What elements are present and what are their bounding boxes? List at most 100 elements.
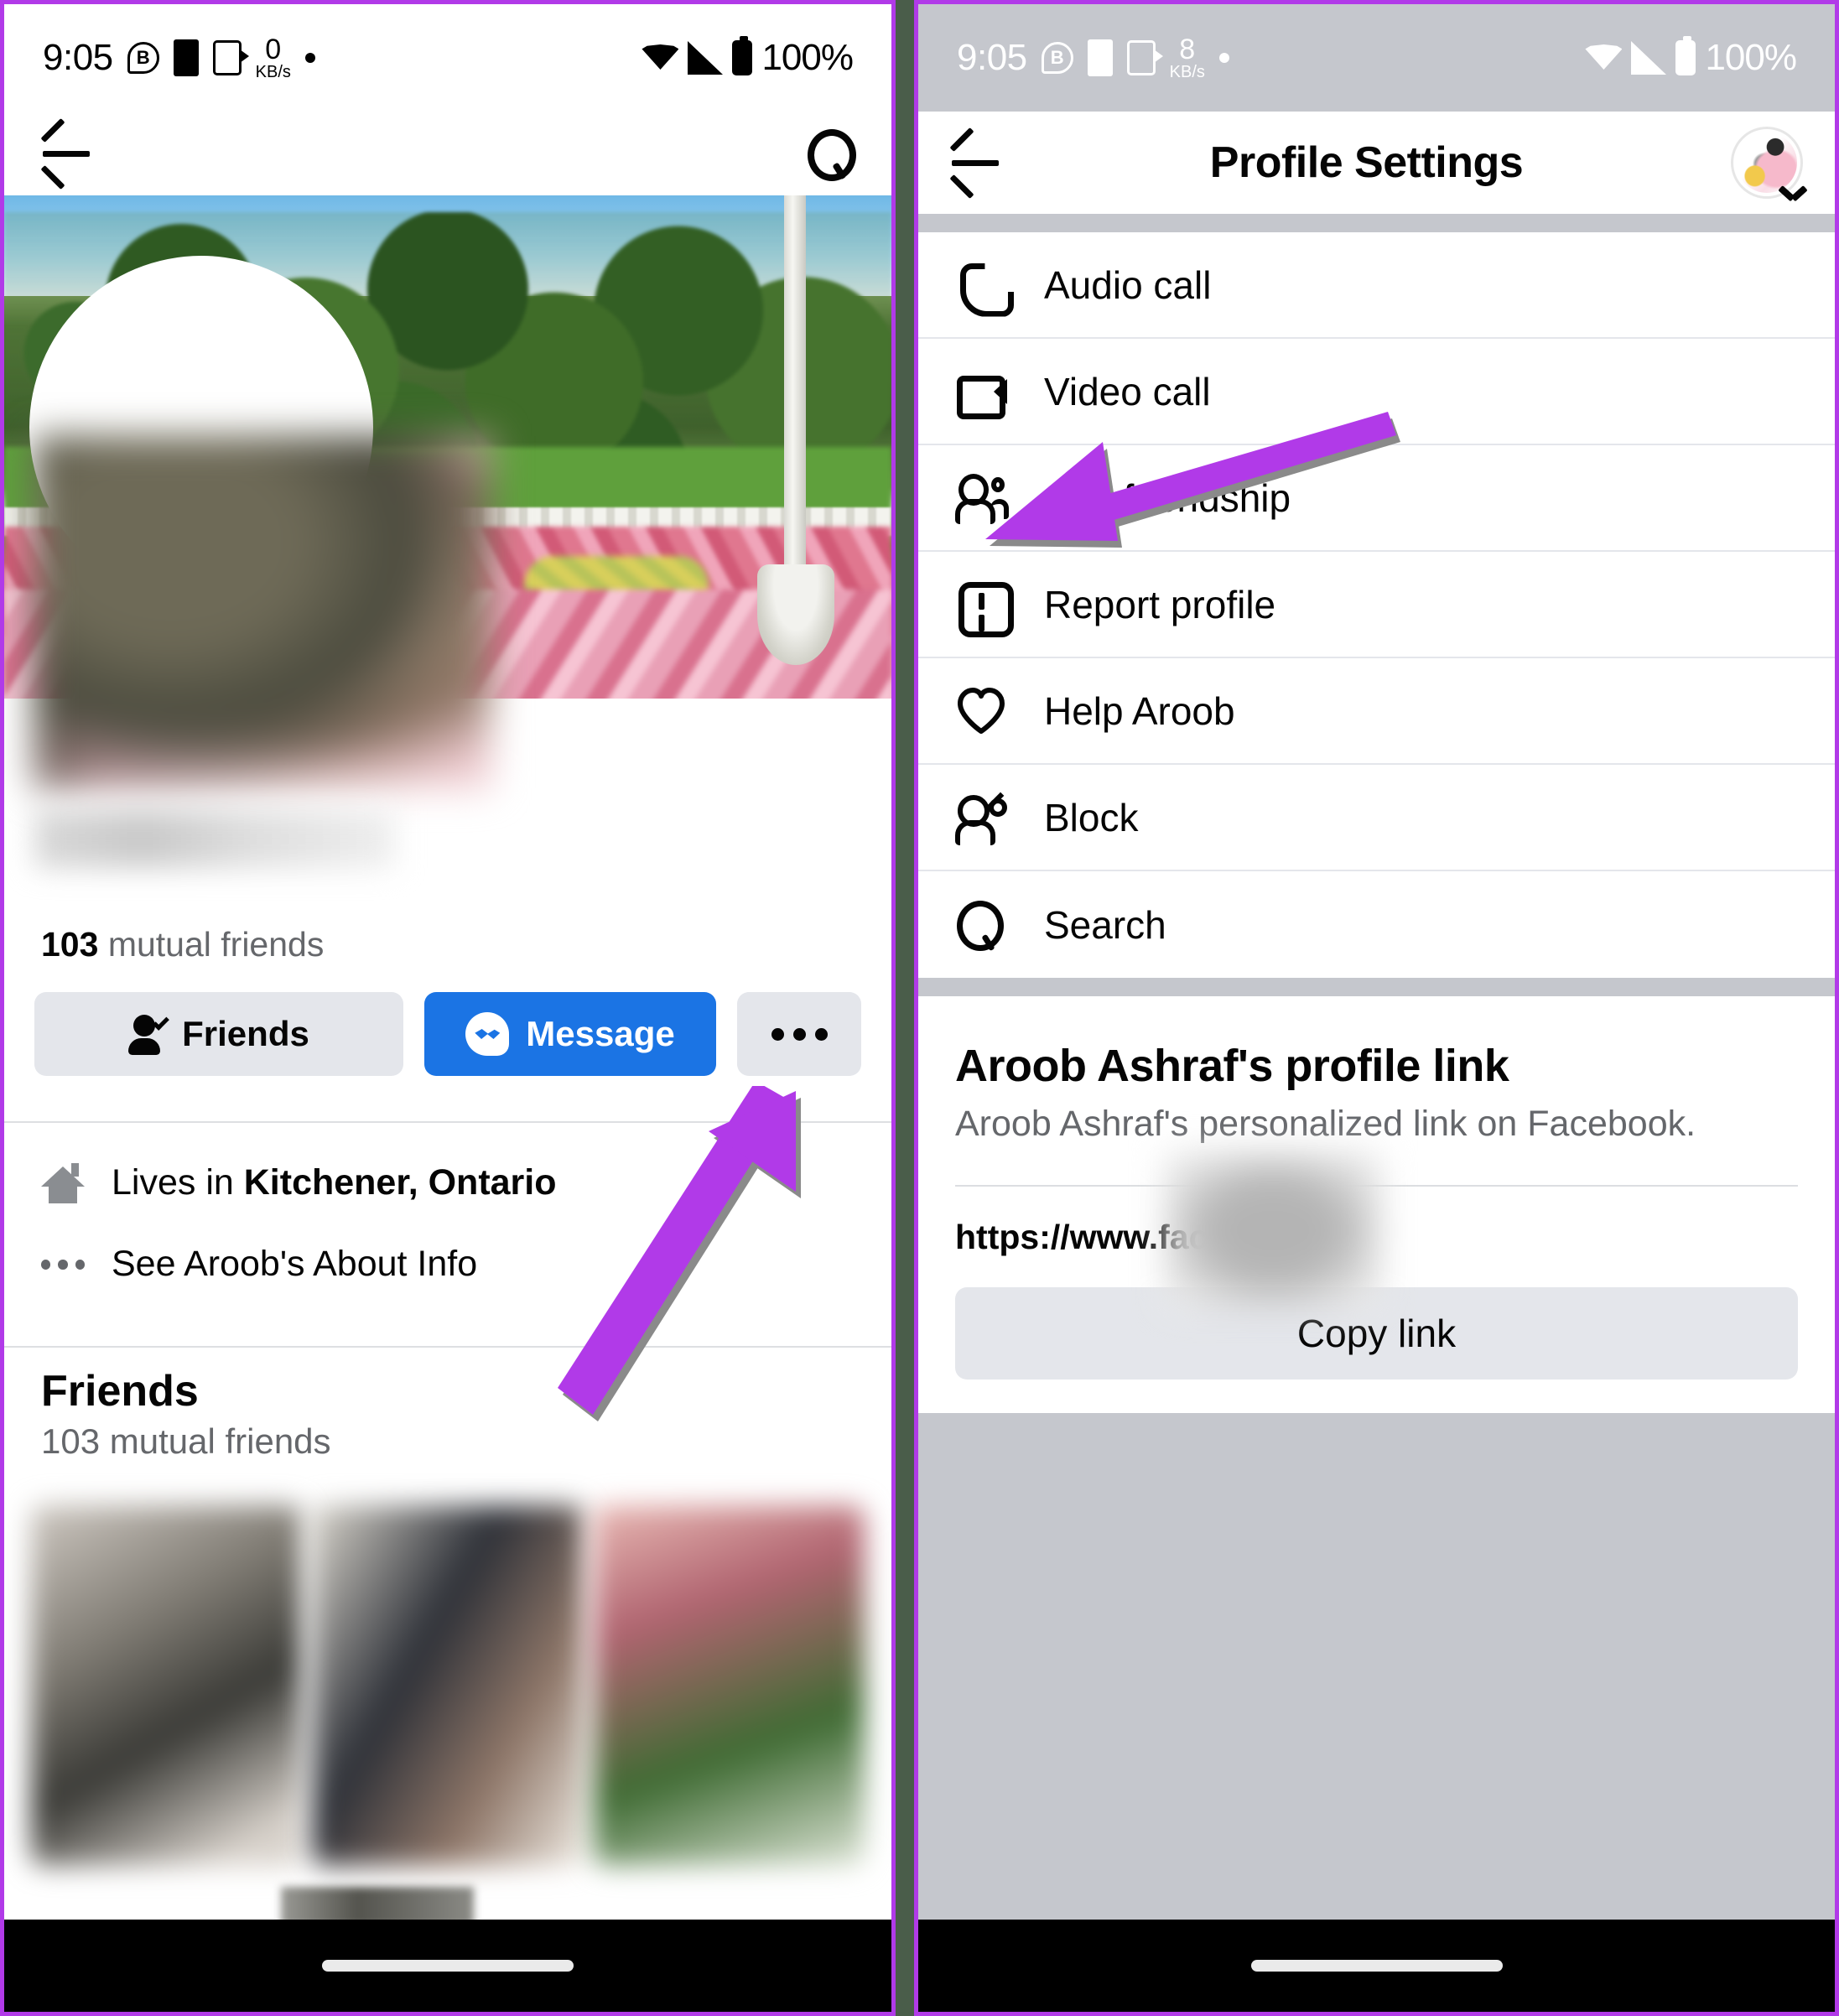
friends-button-label: Friends xyxy=(182,1014,309,1053)
screenshot-stage: 9:05 B 0 KB/s 100% 103 mutual friends Fr… xyxy=(0,0,1839,2016)
menu-item-search[interactable]: Search xyxy=(918,871,1835,978)
left-phone-panel: 9:05 B 0 KB/s 100% 103 mutual friends Fr… xyxy=(0,0,896,2016)
back-arrow-icon[interactable] xyxy=(40,129,93,190)
cover-lamp-base xyxy=(757,564,834,665)
person-check-icon xyxy=(128,1014,170,1055)
friends-section-subtitle: 103 mutual friends xyxy=(41,1421,331,1461)
data-speed-unit: KB/s xyxy=(1169,63,1205,81)
menu-item-report-profile[interactable]: Report profile xyxy=(918,552,1835,658)
profile-settings-menu: Audio call Video call See friendship Rep… xyxy=(918,232,1835,978)
right-phone-panel: 9:05 B 8 KB/s 100% Profile Settings Audi… xyxy=(914,0,1839,2016)
profile-action-buttons: Friends Message xyxy=(4,992,891,1076)
dnd-icon xyxy=(173,39,199,76)
home-icon xyxy=(41,1161,85,1203)
friend-thumbnail[interactable] xyxy=(31,1505,303,1866)
lives-in-text: Lives in Kitchener, Ontario xyxy=(112,1162,557,1203)
bluetooth-badge-icon: B xyxy=(1041,42,1073,74)
divider-above-info xyxy=(4,1121,891,1123)
profile-link-url-row[interactable]: https://www.facebook xyxy=(955,1151,1798,1309)
friends-section: Friends 103 mutual friends xyxy=(4,1366,891,1866)
bluetooth-badge-icon: B xyxy=(127,42,159,74)
block-user-icon xyxy=(955,792,1007,845)
video-camera-icon xyxy=(955,366,1007,419)
search-icon xyxy=(955,899,1007,951)
search-icon[interactable] xyxy=(806,129,856,181)
account-avatar-icon[interactable] xyxy=(1731,127,1803,199)
about-info-row[interactable]: See Aroob's About Info xyxy=(4,1224,891,1305)
data-speed-value: 8 xyxy=(1179,34,1196,65)
friends-button[interactable]: Friends xyxy=(34,992,403,1076)
menu-item-label: Block xyxy=(1044,795,1139,839)
mutual-friends-count: 103 xyxy=(41,925,99,964)
ellipsis-icon xyxy=(771,1027,828,1041)
status-time: 9:05 xyxy=(957,37,1027,78)
battery-icon xyxy=(732,36,753,75)
lives-in-row[interactable]: Lives in Kitchener, Ontario xyxy=(4,1141,891,1224)
friend-thumbnail[interactable] xyxy=(312,1505,584,1866)
left-status-bar: 9:05 B 0 KB/s 100% xyxy=(4,4,891,112)
two-people-icon xyxy=(955,472,1009,524)
section-gap xyxy=(918,978,1835,996)
cover-lamp-pole xyxy=(784,195,806,590)
message-button[interactable]: Message xyxy=(424,992,716,1076)
phone-icon xyxy=(955,259,1007,311)
back-arrow-icon[interactable] xyxy=(949,138,1002,200)
data-speed-unit: KB/s xyxy=(255,63,291,81)
friend-thumbnail[interactable] xyxy=(593,1505,865,1866)
menu-item-label: Audio call xyxy=(1044,262,1212,307)
exclamation-square-icon xyxy=(955,579,1014,637)
menu-item-label: See friendship xyxy=(1044,475,1291,520)
profile-link-card: Aroob Ashraf's profile link Aroob Ashraf… xyxy=(918,996,1835,1413)
signal-icon xyxy=(688,41,724,75)
menu-item-label: Search xyxy=(1044,902,1166,947)
right-app-bar: Profile Settings xyxy=(918,112,1835,214)
data-speed-value: 0 xyxy=(265,34,282,65)
menu-item-label: Video call xyxy=(1044,369,1211,413)
menu-item-label: Report profile xyxy=(1044,582,1276,626)
messenger-icon xyxy=(465,1012,510,1056)
left-app-bar xyxy=(4,112,891,195)
page-title: Profile Settings xyxy=(1209,138,1524,187)
profile-link-url-redacted xyxy=(1165,1151,1381,1309)
menu-item-audio-call[interactable]: Audio call xyxy=(918,232,1835,339)
mutual-friends-line[interactable]: 103 mutual friends xyxy=(41,925,324,964)
signal-icon xyxy=(1631,41,1667,75)
heart-icon xyxy=(955,685,1007,737)
ellipsis-icon xyxy=(41,1259,85,1270)
profile-avatar-blurred[interactable] xyxy=(34,436,491,788)
friends-thumbnail-grid xyxy=(4,1462,891,1866)
home-indicator[interactable] xyxy=(322,1960,574,1972)
divider-above-friends xyxy=(4,1346,891,1348)
more-button[interactable] xyxy=(737,992,861,1076)
wifi-icon xyxy=(1585,43,1622,73)
menu-item-see-friendship[interactable]: See friendship xyxy=(918,445,1835,552)
lives-in-place: Kitchener, Ontario xyxy=(243,1161,557,1203)
wifi-icon xyxy=(642,43,678,73)
message-button-label: Message xyxy=(526,1014,675,1053)
data-speed-icon: 8 KB/s xyxy=(1170,35,1205,81)
status-time: 9:05 xyxy=(43,37,113,78)
friends-section-title: Friends xyxy=(41,1367,199,1416)
cast-icon xyxy=(212,40,249,75)
section-gap xyxy=(918,214,1835,232)
android-nav-bar xyxy=(4,1920,891,2012)
right-status-bar: 9:05 B 8 KB/s 100% xyxy=(918,4,1835,112)
menu-item-block[interactable]: Block xyxy=(918,765,1835,871)
dnd-icon xyxy=(1087,39,1113,76)
menu-item-video-call[interactable]: Video call xyxy=(918,339,1835,445)
data-speed-icon: 0 KB/s xyxy=(256,35,291,81)
battery-percent: 100% xyxy=(1705,37,1797,78)
mutual-friends-label: mutual friends xyxy=(107,925,325,964)
profile-link-title: Aroob Ashraf's profile link xyxy=(955,1041,1509,1091)
dot-icon xyxy=(1218,53,1229,63)
profile-info-list: Lives in Kitchener, Ontario See Aroob's … xyxy=(4,1141,891,1305)
battery-icon xyxy=(1675,36,1696,75)
profile-name-redacted xyxy=(34,809,395,868)
panel-divider xyxy=(896,0,914,2016)
about-info-label: See Aroob's About Info xyxy=(112,1244,478,1284)
lives-in-prefix: Lives in xyxy=(112,1161,244,1203)
chevron-down-icon xyxy=(1780,184,1805,200)
android-nav-bar xyxy=(918,1920,1835,2012)
menu-item-help-aroob[interactable]: Help Aroob xyxy=(918,658,1835,765)
home-indicator[interactable] xyxy=(1250,1960,1503,1972)
